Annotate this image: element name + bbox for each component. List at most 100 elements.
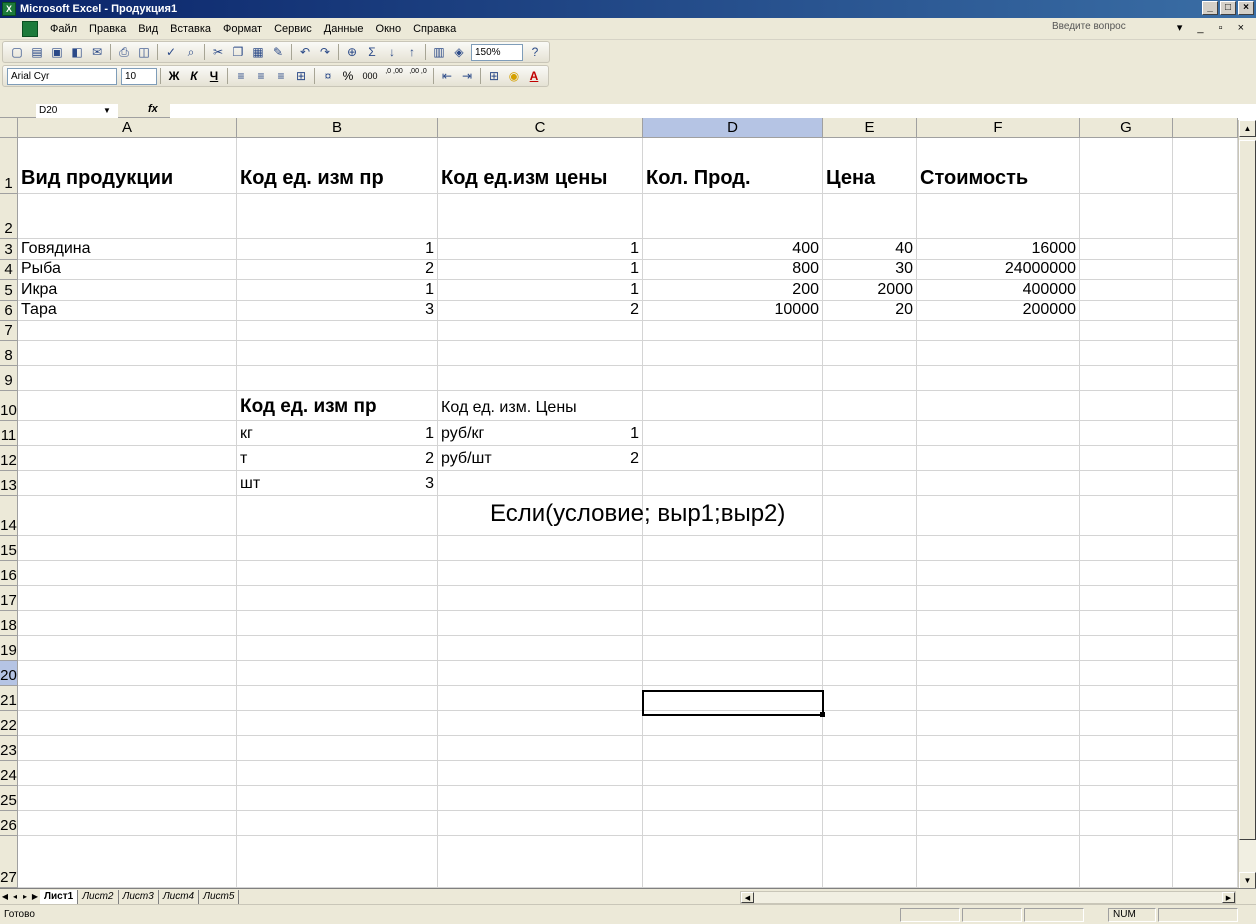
empty-cell[interactable]: [917, 711, 1080, 736]
empty-cell[interactable]: [823, 321, 917, 341]
empty-cell[interactable]: [18, 711, 237, 736]
empty-cell[interactable]: [917, 636, 1080, 661]
menu-file[interactable]: Файл: [44, 23, 83, 35]
empty-cell[interactable]: [237, 586, 438, 611]
cell-f3[interactable]: 16000: [917, 239, 1080, 260]
row-header-22[interactable]: 22: [0, 711, 18, 736]
empty-cell[interactable]: [823, 536, 917, 561]
vertical-scroll-thumb[interactable]: [1239, 140, 1256, 840]
empty-cell[interactable]: [917, 321, 1080, 341]
column-header-b[interactable]: B: [237, 118, 438, 138]
cell-d6[interactable]: 10000: [643, 301, 823, 321]
empty-cell[interactable]: [237, 366, 438, 391]
empty-cell[interactable]: [643, 194, 823, 239]
empty-cell[interactable]: [643, 611, 823, 636]
menu-edit[interactable]: Правка: [83, 23, 132, 35]
empty-cell[interactable]: [1173, 661, 1238, 686]
empty-cell[interactable]: [18, 391, 237, 421]
empty-cell[interactable]: [237, 561, 438, 586]
empty-cell[interactable]: [643, 761, 823, 786]
menu-tools[interactable]: Сервис: [268, 23, 318, 35]
empty-cell[interactable]: [237, 836, 438, 888]
empty-cell[interactable]: [1173, 138, 1238, 194]
empty-cell[interactable]: [438, 811, 643, 836]
empty-cell[interactable]: [18, 661, 237, 686]
empty-cell[interactable]: [1173, 811, 1238, 836]
empty-cell[interactable]: [1080, 194, 1173, 239]
empty-cell[interactable]: [823, 391, 917, 421]
first-sheet-icon[interactable]: ◀: [0, 892, 10, 901]
empty-cell[interactable]: [823, 686, 917, 711]
bold-button[interactable]: Ж: [165, 67, 183, 85]
cell-a4[interactable]: Рыба: [18, 260, 237, 280]
column-header-a[interactable]: A: [18, 118, 237, 138]
empty-cell[interactable]: [1173, 366, 1238, 391]
cell-c5[interactable]: 1: [438, 280, 643, 301]
cell-b1[interactable]: Код ед. изм пр: [237, 138, 438, 194]
empty-cell[interactable]: [1173, 421, 1238, 446]
empty-cell[interactable]: [237, 736, 438, 761]
empty-cell[interactable]: [917, 661, 1080, 686]
increase-decimal-button[interactable]: ,0 ,00: [383, 67, 405, 85]
column-header-d[interactable]: D: [643, 118, 823, 138]
empty-cell[interactable]: [643, 446, 823, 471]
empty-cell[interactable]: [438, 611, 643, 636]
empty-cell[interactable]: [18, 446, 237, 471]
empty-cell[interactable]: [18, 786, 237, 811]
empty-cell[interactable]: [1080, 561, 1173, 586]
format-painter-icon[interactable]: ✎: [269, 43, 287, 61]
empty-cell[interactable]: [643, 811, 823, 836]
drawing-icon[interactable]: ◈: [450, 43, 468, 61]
empty-cell[interactable]: [237, 321, 438, 341]
empty-cell[interactable]: [1173, 446, 1238, 471]
empty-cell[interactable]: [237, 761, 438, 786]
empty-cell[interactable]: [1080, 421, 1173, 446]
empty-cell[interactable]: [643, 636, 823, 661]
empty-cell[interactable]: [1173, 260, 1238, 280]
cell-b5[interactable]: 1: [237, 280, 438, 301]
empty-cell[interactable]: [823, 561, 917, 586]
empty-cell[interactable]: [18, 366, 237, 391]
row-header-8[interactable]: 8: [0, 341, 18, 366]
empty-cell[interactable]: [438, 561, 643, 586]
row-header-3[interactable]: 3: [0, 239, 18, 260]
empty-cell[interactable]: [917, 761, 1080, 786]
empty-cell[interactable]: [917, 496, 1080, 536]
row-header-1[interactable]: 1: [0, 138, 18, 194]
sheet-tab-2[interactable]: Лист2: [78, 889, 119, 904]
empty-cell[interactable]: [1080, 280, 1173, 301]
if-formula-note[interactable]: Если(условие; выр1;выр2): [490, 500, 785, 528]
chart-wizard-icon[interactable]: ▥: [430, 43, 448, 61]
document-window-buttons[interactable]: ▾ _ ▫ ×: [1177, 21, 1250, 34]
last-sheet-icon[interactable]: ▶: [30, 892, 40, 901]
empty-cell[interactable]: [1173, 786, 1238, 811]
row-header-4[interactable]: 4: [0, 260, 18, 280]
open-icon[interactable]: ▤: [28, 43, 46, 61]
decrease-decimal-button[interactable]: ,00 ,0: [407, 67, 429, 85]
empty-cell[interactable]: [823, 711, 917, 736]
row-header-7[interactable]: 7: [0, 321, 18, 341]
empty-cell[interactable]: [1173, 301, 1238, 321]
maximize-button[interactable]: □: [1220, 1, 1236, 15]
cell-f5[interactable]: 400000: [917, 280, 1080, 301]
sheet-tab-5[interactable]: Лист5: [199, 889, 240, 904]
row-header-26[interactable]: 26: [0, 811, 18, 836]
empty-cell[interactable]: [1080, 611, 1173, 636]
formula-input[interactable]: [170, 104, 1256, 118]
empty-cell[interactable]: [917, 536, 1080, 561]
row-header-5[interactable]: 5: [0, 280, 18, 301]
empty-cell[interactable]: [438, 736, 643, 761]
empty-cell[interactable]: [237, 536, 438, 561]
row-header-23[interactable]: 23: [0, 736, 18, 761]
column-header-g[interactable]: G: [1080, 118, 1173, 138]
cell-d1[interactable]: Кол. Прод.: [643, 138, 823, 194]
minimize-button[interactable]: _: [1202, 1, 1218, 15]
empty-cell[interactable]: [1173, 239, 1238, 260]
empty-cell[interactable]: [1080, 711, 1173, 736]
cell-c4[interactable]: 1: [438, 260, 643, 280]
empty-cell[interactable]: [917, 446, 1080, 471]
empty-cell[interactable]: [438, 194, 643, 239]
row-header-13[interactable]: 13: [0, 471, 18, 496]
scroll-left-icon[interactable]: ◀: [741, 892, 754, 903]
empty-cell[interactable]: [1080, 239, 1173, 260]
